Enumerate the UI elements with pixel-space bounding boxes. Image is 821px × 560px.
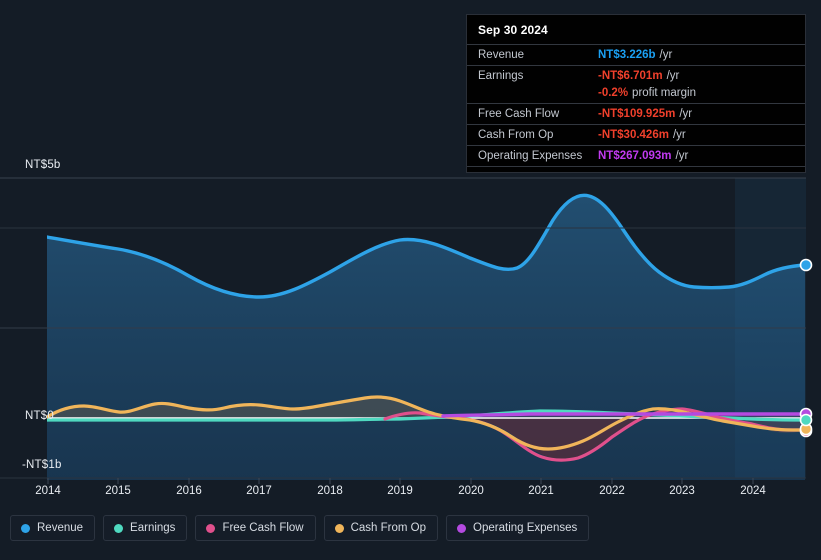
tooltip-row-operating-expenses: Operating Expenses NT$267.093m /yr [467, 145, 805, 166]
chart-legend: Revenue Earnings Free Cash Flow Cash Fro… [10, 515, 590, 541]
legend-dot-operating-expenses-icon [457, 523, 467, 533]
legend-label-operating-expenses: Operating Expenses [473, 522, 578, 534]
x-axis-label-2018: 2018 [317, 485, 343, 497]
tooltip-label-free-cash-flow: Free Cash Flow [478, 108, 560, 120]
x-axis-label-2022: 2022 [599, 485, 625, 497]
earnings-end-marker [799, 413, 813, 427]
tooltip-row-cash-from-op: Cash From Op -NT$30.426m /yr [467, 124, 805, 145]
tooltip-bottom-divider [467, 166, 805, 172]
x-axis-label-2023: 2023 [669, 485, 695, 497]
y-axis-label-zero: NT$0 [25, 410, 54, 422]
tooltip-unit-operating-expenses: /yr [675, 150, 689, 162]
x-axis-label-2016: 2016 [176, 485, 202, 497]
tooltip-unit-cash-from-op: /yr [672, 129, 686, 141]
x-axis-label-2021: 2021 [528, 485, 554, 497]
legend-item-free-cash-flow[interactable]: Free Cash Flow [195, 515, 316, 541]
tooltip-unit-profit-margin: profit margin [632, 87, 696, 99]
tooltip-label-cash-from-op: Cash From Op [478, 129, 554, 141]
legend-label-revenue: Revenue [37, 522, 84, 534]
x-axis-label-2024: 2024 [740, 485, 766, 497]
legend-item-cash-from-op[interactable]: Cash From Op [323, 515, 439, 541]
tooltip-value-operating-expenses: NT$267.093m [598, 150, 672, 162]
legend-item-operating-expenses[interactable]: Operating Expenses [446, 515, 590, 541]
tooltip-value-earnings: -NT$6.701m [598, 70, 663, 82]
legend-item-earnings[interactable]: Earnings [103, 515, 188, 541]
tooltip-row-revenue: Revenue NT$3.226b /yr [467, 44, 805, 65]
tooltip-unit-earnings: /yr [666, 70, 680, 82]
y-axis-label-top: NT$5b [25, 159, 61, 171]
legend-label-cash-from-op: Cash From Op [350, 522, 427, 534]
tooltip-value-profit-margin: -0.2% [598, 87, 629, 99]
legend-label-earnings: Earnings [130, 522, 176, 534]
legend-label-free-cash-flow: Free Cash Flow [222, 522, 304, 534]
tooltip-row-earnings: Earnings -NT$6.701m /yr [467, 65, 805, 86]
legend-dot-free-cash-flow-icon [206, 523, 216, 533]
tooltip-value-revenue: NT$3.226b [598, 49, 656, 61]
x-axis-label-2017: 2017 [246, 485, 272, 497]
x-axis-label-2019: 2019 [387, 485, 413, 497]
tooltip-row-free-cash-flow: Free Cash Flow -NT$109.925m /yr [467, 103, 805, 124]
legend-dot-earnings-icon [114, 523, 124, 533]
tooltip-row-profit-margin: -0.2% profit margin [467, 86, 805, 103]
tooltip-value-free-cash-flow: -NT$109.925m [598, 108, 676, 120]
tooltip-label-revenue: Revenue [478, 49, 525, 61]
financial-chart: NT$5b NT$0 -NT$1b 2014 2015 2016 2017 20… [0, 0, 821, 560]
operating-expenses-line [441, 412, 806, 418]
x-axis-label-2020: 2020 [458, 485, 484, 497]
legend-dot-cash-from-op-icon [334, 523, 344, 533]
y-axis-label-bottom: -NT$1b [22, 459, 62, 471]
legend-dot-revenue-icon [21, 523, 30, 533]
x-axis-label-2015: 2015 [105, 485, 131, 497]
tooltip-label-earnings: Earnings [478, 70, 524, 82]
tooltip-unit-revenue: /yr [659, 49, 673, 61]
x-axis-label-2014: 2014 [35, 485, 61, 497]
tooltip-unit-free-cash-flow: /yr [679, 108, 693, 120]
revenue-area [47, 195, 805, 480]
tooltip-date: Sep 30 2024 [478, 23, 548, 37]
data-tooltip: Sep 30 2024 Revenue NT$3.226b /yr Earnin… [466, 14, 806, 173]
revenue-end-marker [799, 258, 813, 272]
tooltip-value-cash-from-op: -NT$30.426m [598, 129, 669, 141]
tooltip-label-operating-expenses: Operating Expenses [478, 150, 583, 162]
legend-item-revenue[interactable]: Revenue [10, 515, 96, 541]
